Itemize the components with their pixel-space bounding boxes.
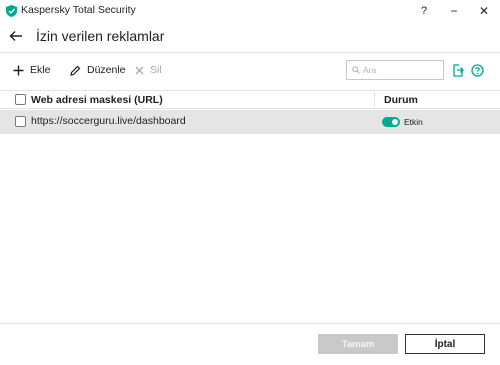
add-button[interactable]: Ekle bbox=[13, 60, 50, 80]
delete-x-icon bbox=[135, 66, 144, 74]
window-minimize-button[interactable]: − bbox=[442, 2, 466, 20]
table-header: Web adresi maskesi (URL) Durum bbox=[0, 90, 500, 109]
row-checkbox[interactable] bbox=[15, 116, 26, 127]
cancel-button[interactable]: İptal bbox=[405, 334, 485, 354]
window-close-button[interactable]: ✕ bbox=[472, 2, 496, 20]
edit-button[interactable]: Düzenle bbox=[70, 60, 126, 80]
help-circle-icon[interactable] bbox=[471, 64, 484, 77]
ok-button[interactable]: Tamam bbox=[318, 334, 398, 354]
window-title: Kaspersky Total Security bbox=[21, 4, 136, 16]
window-help-button[interactable]: ? bbox=[412, 2, 436, 20]
delete-button-label: Sil bbox=[150, 64, 162, 76]
column-separator[interactable] bbox=[374, 91, 375, 109]
table-row[interactable]: https://soccerguru.live/dashboard Etkin bbox=[0, 110, 500, 134]
back-arrow-icon[interactable] bbox=[9, 29, 23, 43]
row-url: https://soccerguru.live/dashboard bbox=[31, 115, 186, 127]
page-title: İzin verilen reklamlar bbox=[36, 28, 165, 44]
row-status-label: Etkin bbox=[404, 117, 423, 127]
search-box[interactable] bbox=[346, 60, 444, 80]
export-icon[interactable] bbox=[452, 64, 464, 77]
add-button-label: Ekle bbox=[30, 64, 51, 76]
status-toggle[interactable] bbox=[382, 117, 400, 127]
pencil-icon bbox=[70, 65, 81, 76]
search-input[interactable] bbox=[363, 65, 443, 75]
page-header: İzin verilen reklamlar bbox=[0, 24, 500, 52]
header-divider bbox=[0, 52, 500, 53]
footer-divider bbox=[0, 323, 500, 324]
kaspersky-shield-icon bbox=[6, 5, 17, 17]
toggle-knob bbox=[392, 119, 398, 125]
select-all-checkbox[interactable] bbox=[15, 94, 26, 105]
plus-icon bbox=[13, 65, 24, 75]
column-header-status[interactable]: Durum bbox=[384, 94, 418, 106]
search-icon bbox=[352, 66, 360, 74]
column-header-url[interactable]: Web adresi maskesi (URL) bbox=[31, 94, 163, 106]
title-bar: Kaspersky Total Security ? − ✕ bbox=[0, 0, 500, 22]
delete-button[interactable]: Sil bbox=[135, 60, 162, 80]
edit-button-label: Düzenle bbox=[87, 64, 126, 76]
